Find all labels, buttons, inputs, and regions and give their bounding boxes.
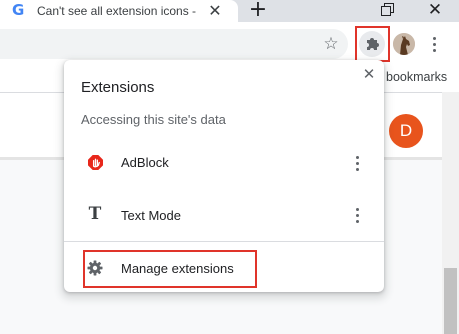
menu-dot — [433, 43, 436, 46]
kebab-dot — [356, 214, 359, 217]
site-access-header: Accessing this site's data — [81, 112, 226, 127]
adblock-hand-icon — [88, 155, 103, 170]
kebab-dot — [356, 162, 359, 165]
profile-avatar[interactable] — [393, 33, 415, 55]
popup-title: Extensions — [81, 79, 155, 96]
kebab-dot — [356, 208, 359, 211]
adblock-more-options-icon[interactable] — [351, 154, 365, 172]
extension-name-text-mode[interactable]: Text Mode — [121, 208, 181, 224]
extension-name-adblock[interactable]: AdBlock — [121, 155, 169, 171]
restore-window-button[interactable] — [364, 0, 410, 22]
address-bar[interactable] — [0, 29, 348, 59]
text-mode-icon: T — [88, 204, 102, 224]
kebab-dot — [356, 156, 359, 159]
horse-avatar-icon — [393, 33, 415, 55]
extensions-button-highlight — [355, 26, 390, 62]
bookmarks-bar-label[interactable]: bookmarks — [386, 69, 447, 85]
close-window-button[interactable]: ✕ — [412, 0, 458, 22]
scrollbar-thumb[interactable] — [444, 268, 457, 334]
menu-dot — [433, 49, 436, 52]
restore-icon-front — [381, 6, 391, 16]
menu-dot — [433, 37, 436, 40]
adblock-icon — [88, 155, 103, 170]
tab-close-icon[interactable]: ✕ — [205, 1, 225, 21]
text-mode-more-options-icon[interactable] — [351, 206, 365, 224]
google-favicon-icon: G — [12, 1, 25, 19]
popup-divider — [64, 241, 384, 242]
tab-title: Can't see all extension icons - G — [37, 4, 197, 18]
account-avatar[interactable]: D — [389, 114, 423, 148]
bookmark-star-icon[interactable]: ☆ — [320, 33, 342, 55]
manage-extensions-highlight — [83, 250, 257, 288]
kebab-dot — [356, 220, 359, 223]
popup-close-icon[interactable]: ✕ — [359, 64, 379, 84]
chrome-menu-button[interactable] — [428, 35, 442, 55]
kebab-dot — [356, 168, 359, 171]
new-tab-button[interactable]: + — [246, 0, 270, 22]
